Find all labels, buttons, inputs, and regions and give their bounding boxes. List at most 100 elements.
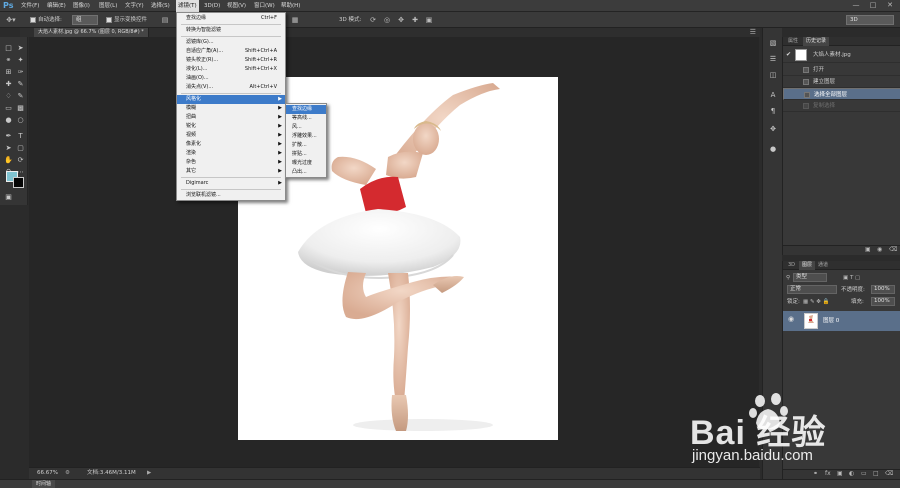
properties-panel-icon[interactable]: ☰ (767, 54, 779, 64)
camera-icon[interactable]: ◉ (877, 246, 882, 253)
brush-tool-icon[interactable]: ✎ (15, 80, 26, 89)
filter-menu-item[interactable]: 锐化 ▶ (177, 122, 285, 131)
stylize-menu-item[interactable]: 拼贴... (286, 150, 326, 159)
auto-select-dropdown[interactable]: 组 (72, 15, 98, 25)
quick-mask-icon[interactable]: ▣ (3, 193, 14, 202)
filter-menu-item[interactable]: Digimarc ▶ (177, 179, 285, 188)
trash-icon[interactable]: ⌫ (889, 246, 897, 253)
magic-wand-icon[interactable]: ✦ (15, 56, 26, 65)
filter-menu-item[interactable]: 像素化 ▶ (177, 140, 285, 149)
move-tool-icon[interactable]: ➤ (15, 44, 26, 53)
rotate-view-icon[interactable]: ⟳ (15, 156, 26, 165)
status-arrow-icon[interactable]: ▶ (147, 468, 151, 479)
new-snapshot-icon[interactable]: ▣ (865, 246, 871, 253)
filter-menu-item[interactable]: 扭曲 ▶ (177, 113, 285, 122)
stylize-menu-item[interactable]: 查找边缘 (286, 105, 326, 114)
filter-menu-item[interactable]: 模糊 ▶ (177, 104, 285, 113)
filter-menu-item[interactable]: 液化(L)... Shift+Ctrl+X (177, 65, 285, 74)
filter-menu-item[interactable]: 渲染 ▶ (177, 149, 285, 158)
move-tool-icon[interactable]: ✥▾ (4, 15, 18, 25)
filter-pixel-icon[interactable]: ▣ T ▢ (843, 272, 860, 284)
show-transform-checkbox[interactable]: 显示变换控件 (106, 15, 147, 25)
stylize-menu-item[interactable]: 浮雕效果... (286, 132, 326, 141)
background-color-swatch[interactable] (13, 177, 24, 188)
hand-tool-icon[interactable]: ✋ (3, 156, 14, 165)
menu-file[interactable]: 文件(F) (21, 0, 39, 12)
filter-menu-item[interactable]: 滤镜库(G)... (177, 38, 285, 47)
shape-tool-icon[interactable]: ▢ (15, 144, 26, 153)
lasso-tool-icon[interactable]: ⚭ (3, 56, 14, 65)
path-selection-icon[interactable]: ➤ (3, 144, 14, 153)
new-layer-icon[interactable]: □ (873, 470, 879, 477)
tab-3d[interactable]: 3D (785, 261, 798, 270)
blend-mode-dropdown[interactable]: 正常 (787, 285, 837, 294)
filter-menu-item[interactable]: 消失点(V)... Alt+Ctrl+V (177, 83, 285, 92)
maximize-icon[interactable]: □ (866, 1, 880, 10)
filter-menu-item[interactable]: 自适应广角(A)... Shift+Ctrl+A (177, 47, 285, 56)
close-icon[interactable]: ✕ (883, 1, 897, 10)
minimize-icon[interactable]: — (849, 1, 863, 10)
group-icon[interactable]: ▭ (861, 470, 867, 477)
align-top-icon[interactable]: ▤ (160, 15, 170, 25)
tools-preset-icon[interactable]: ✥ (767, 124, 779, 134)
character-panel-icon[interactable]: A (767, 90, 779, 100)
menu-type[interactable]: 文字(Y) (125, 0, 144, 12)
lock-icons[interactable]: ▦ ✎ ✥ 🔒 (803, 296, 830, 308)
history-panel-icon[interactable]: ▧ (767, 38, 779, 48)
crop-tool-icon[interactable]: ⊞ (3, 68, 14, 77)
marquee-tool-icon[interactable]: □ (3, 44, 14, 53)
distribute-icon[interactable]: ▦ (290, 15, 300, 25)
fill-input[interactable]: 100% (871, 297, 895, 306)
history-step[interactable]: 打开 (783, 64, 900, 76)
history-step-future[interactable]: 复制选择 (783, 100, 900, 112)
filter-menu-item[interactable]: 杂色 ▶ (177, 158, 285, 167)
color-panel-icon[interactable]: ◫ (767, 70, 779, 80)
snapshot-toggle-icon[interactable]: ✔ (786, 49, 791, 61)
timeline-tab[interactable]: 时间轴 (32, 480, 56, 488)
stylize-menu-item[interactable]: 风... (286, 123, 326, 132)
healing-brush-icon[interactable]: ✚ (3, 80, 14, 89)
paragraph-panel-icon[interactable]: ¶ (767, 106, 779, 116)
stylize-menu-item[interactable]: 扩散... (286, 141, 326, 150)
scale-3d-icon[interactable]: ▣ (424, 15, 434, 25)
tab-channels[interactable]: 通道 (815, 261, 831, 270)
dodge-tool-icon[interactable]: ○ (15, 116, 26, 125)
auto-select-checkbox[interactable]: 自动选择: (30, 15, 62, 25)
filter-menu-item[interactable]: 视频 ▶ (177, 131, 285, 140)
menu-help[interactable]: 帮助(H) (281, 0, 300, 12)
filter-menu-item[interactable]: 浏览联机滤镜... (177, 191, 285, 200)
slide-3d-icon[interactable]: ✚ (410, 15, 420, 25)
filter-menu-item[interactable]: 转换为智能滤镜 (177, 26, 285, 35)
eyedropper-icon[interactable]: ✑ (15, 68, 26, 77)
zoom-level[interactable]: 66.67% (37, 468, 58, 479)
tab-layers[interactable]: 图层 (799, 261, 816, 270)
filter-menu-item[interactable]: 查找边缘 Ctrl+F (177, 14, 285, 23)
menu-select[interactable]: 选择(S) (151, 0, 170, 12)
clone-stamp-icon[interactable]: ♢ (3, 92, 14, 101)
stylize-menu-item[interactable]: 等高线... (286, 114, 326, 123)
trash-icon[interactable]: ⌫ (885, 470, 893, 477)
rotate-3d-icon[interactable]: ⟳ (368, 15, 378, 25)
filter-menu-item[interactable]: 其它 ▶ (177, 167, 285, 176)
history-snapshot[interactable]: ✔ 大焰人素材.jpg (783, 47, 900, 63)
layer-name[interactable]: 图层 0 (823, 315, 839, 327)
document-tab[interactable]: 大焰人素材.jpg @ 66.7% (图层 0, RGB/8#) * (34, 28, 149, 37)
filter-menu-item[interactable]: 镜头校正(R)... Shift+Ctrl+R (177, 56, 285, 65)
pan-3d-icon[interactable]: ✥ (396, 15, 406, 25)
stylize-menu-item[interactable]: 曝光过度 (286, 159, 326, 168)
menu-window[interactable]: 窗口(W) (254, 0, 275, 12)
filter-kind-dropdown[interactable]: 类型 (793, 273, 827, 282)
history-step[interactable]: 建立图层 (783, 76, 900, 88)
info-panel-icon[interactable]: ● (767, 144, 779, 154)
roll-3d-icon[interactable]: ◎ (382, 15, 392, 25)
menu-layer[interactable]: 图层(L) (99, 0, 117, 12)
type-tool-icon[interactable]: T (15, 132, 26, 141)
menu-image[interactable]: 图像(I) (73, 0, 90, 12)
filter-menu-item[interactable]: 油画(O)... (177, 74, 285, 83)
history-brush-icon[interactable]: ✎ (15, 92, 26, 101)
menu-edit[interactable]: 编辑(E) (47, 0, 66, 12)
opacity-input[interactable]: 100% (871, 285, 895, 294)
layer-row[interactable]: ◉ 图层 0 (783, 311, 900, 331)
status-menu-icon[interactable]: ⚙ (65, 468, 70, 479)
menu-view[interactable]: 视图(V) (227, 0, 246, 12)
